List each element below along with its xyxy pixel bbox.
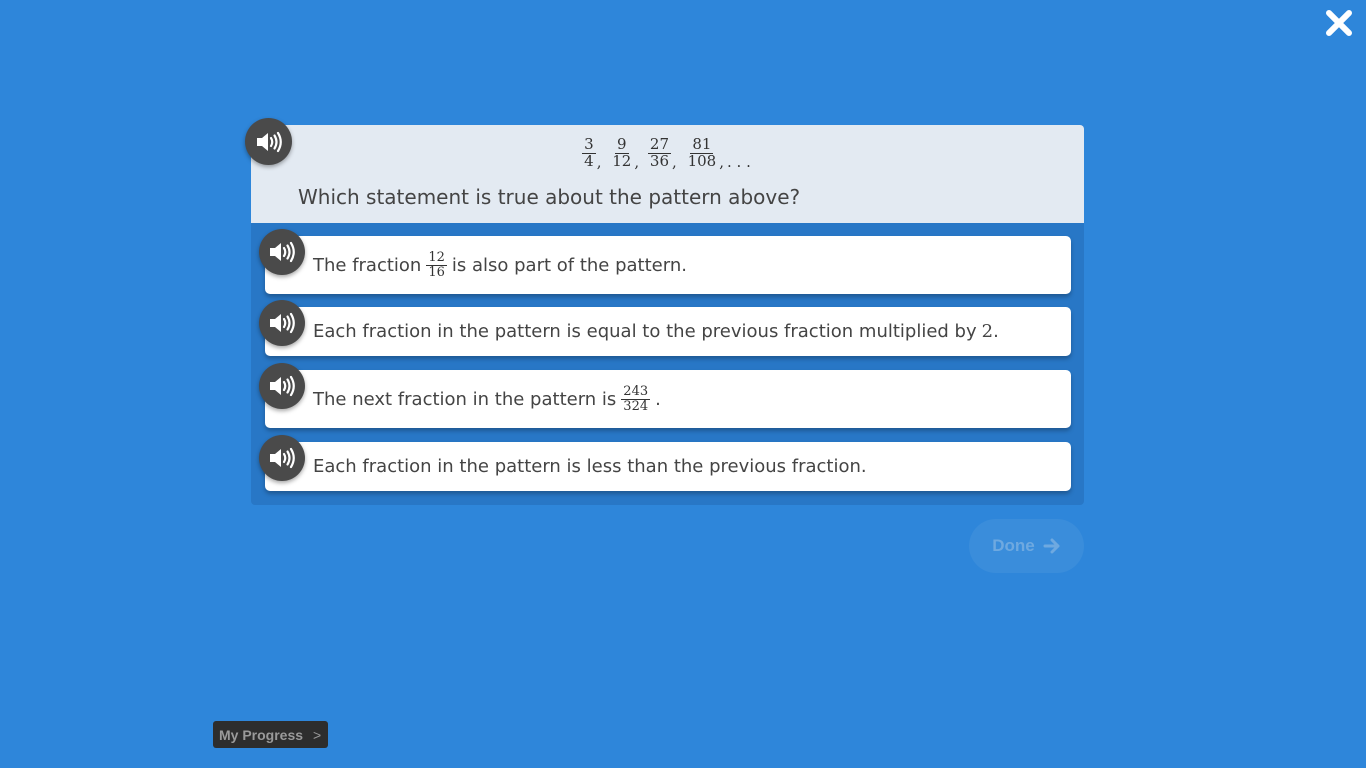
answer-option-1[interactable]: The fraction 12 16 is also part of the pa…: [259, 229, 1071, 294]
pattern-fraction: 27 36: [647, 135, 672, 170]
answer-option-3[interactable]: The next fraction in the pattern is 243 3…: [259, 363, 1071, 428]
pattern-fraction: 9 12: [612, 135, 632, 170]
option-speaker-button[interactable]: [259, 363, 305, 409]
option-fraction: 243 324: [621, 383, 651, 414]
pattern-ellipsis: . . .: [727, 153, 751, 172]
fraction-pattern: 34, 9 12, 27 36, 81 108,. . .: [582, 135, 751, 172]
option-fraction: 12 16: [426, 249, 447, 280]
option-text: Each fraction in the pattern is less tha…: [313, 456, 867, 477]
pattern-fraction: 34: [582, 135, 596, 170]
option-speaker-button[interactable]: [259, 435, 305, 481]
question-card: 34, 9 12, 27 36, 81 108,. . . Which stateme…: [245, 118, 1084, 223]
done-label: Done: [992, 536, 1035, 555]
option-speaker-button[interactable]: [259, 300, 305, 346]
option-text: Each fraction in the pattern is equal to…: [313, 321, 999, 342]
chevron-right-icon: >: [313, 726, 322, 743]
option-text: The next fraction in the pattern is 243 3…: [313, 383, 661, 414]
speaker-icon: [270, 375, 295, 397]
option-speaker-button[interactable]: [259, 229, 305, 275]
close-button[interactable]: [1324, 8, 1354, 38]
done-button[interactable]: Done: [969, 519, 1084, 573]
speaker-icon: [270, 312, 295, 334]
answer-option-2[interactable]: Each fraction in the pattern is equal to…: [259, 300, 1071, 356]
question-panel: 34, 9 12, 27 36, 81 108,. . . Which stateme…: [245, 118, 1084, 505]
arrow-right-icon: [1043, 538, 1060, 554]
close-icon: [1326, 10, 1352, 36]
answer-option-4[interactable]: Each fraction in the pattern is less tha…: [259, 435, 1071, 491]
option-text: The fraction 12 16 is also part of the pa…: [313, 249, 687, 280]
speaker-icon: [270, 241, 295, 263]
my-progress-label: My Progress: [219, 726, 304, 743]
speaker-icon: [270, 447, 295, 469]
question-text: Which statement is true about the patter…: [298, 185, 801, 209]
pattern-fraction: 81 108: [687, 135, 717, 170]
my-progress-button[interactable]: My Progress >: [213, 721, 328, 748]
